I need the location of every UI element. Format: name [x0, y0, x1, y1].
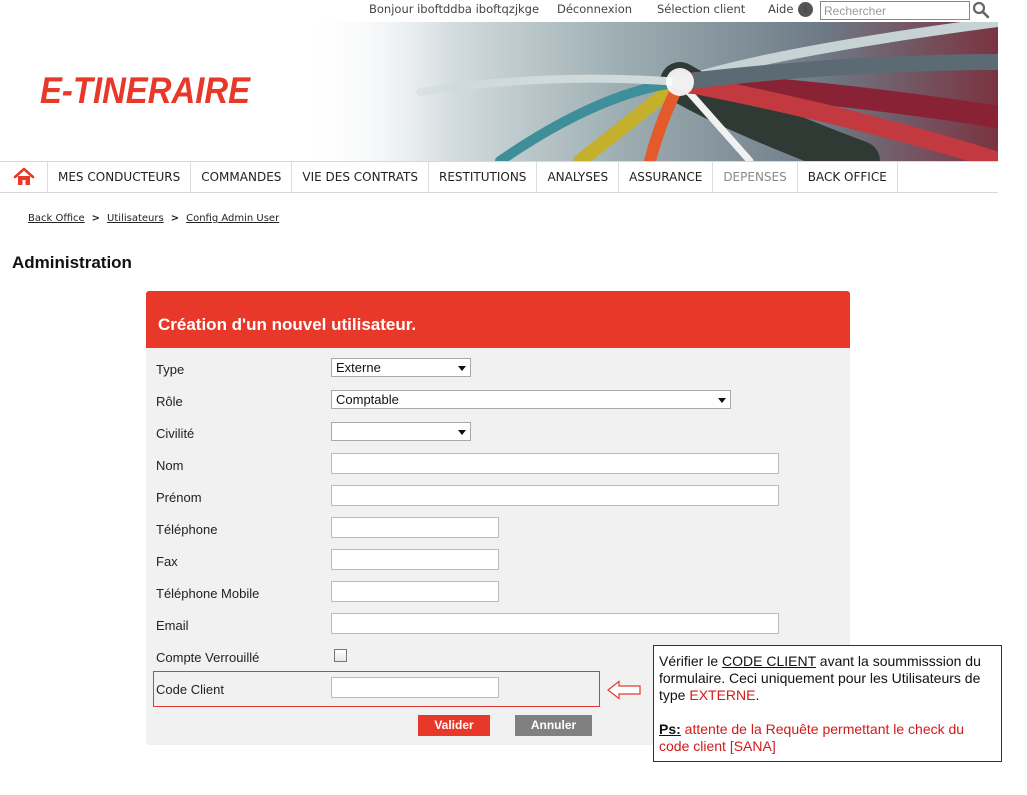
email-label: Email: [156, 618, 189, 633]
breadcrumb-separator: >: [91, 213, 101, 224]
annotation-main-text: Vérifier le CODE CLIENT avant la soummis…: [659, 653, 981, 703]
search-input[interactable]: [820, 1, 970, 20]
annotation-ps-content: attente de la Requête permettant le chec…: [659, 721, 965, 754]
annotation-ps-text: Ps: attente de la Requête permettant le …: [659, 721, 965, 754]
nav-item-restitutions[interactable]: RESTITUTIONS: [429, 162, 538, 192]
prenom-label: Prénom: [156, 490, 202, 505]
code-client-input[interactable]: [331, 677, 499, 698]
annotation-code-client: CODE CLIENT: [722, 653, 816, 669]
nav-item-mes-conducteurs[interactable]: MES CONDUCTEURS: [48, 162, 192, 192]
mobile-label: Téléphone Mobile: [156, 586, 260, 601]
civilite-label: Civilité: [156, 426, 195, 441]
annotation-note: Vérifier le CODE CLIENT avant la soummis…: [653, 645, 1002, 762]
cancel-button[interactable]: Annuler: [515, 715, 592, 736]
header-banner-image: [300, 22, 998, 161]
help-link[interactable]: Aide: [768, 2, 793, 16]
mobile-input[interactable]: [331, 581, 499, 602]
search-icon[interactable]: [972, 1, 990, 19]
left-arrow-icon: [607, 680, 641, 700]
chevron-down-icon: [458, 430, 466, 435]
client-select-link[interactable]: Sélection client: [657, 2, 745, 16]
type-select-value: Externe: [336, 360, 381, 375]
home-icon: [13, 167, 34, 185]
chevron-down-icon: [718, 398, 726, 403]
breadcrumb-utilisateurs[interactable]: Utilisateurs: [107, 213, 164, 224]
role-select-value: Comptable: [336, 392, 399, 407]
nav-item-vie-des-contrats[interactable]: VIE DES CONTRATS: [292, 162, 429, 192]
panel-header: Création d'un nouvel utilisateur.: [146, 291, 850, 348]
code-client-label: Code Client: [156, 682, 224, 697]
role-label: Rôle: [156, 394, 183, 409]
nav-item-back-office[interactable]: BACK OFFICE: [798, 162, 898, 192]
locked-label: Compte Verrouillé: [156, 650, 260, 665]
submit-button[interactable]: Valider: [418, 715, 490, 736]
type-label: Type: [156, 362, 185, 377]
email-input[interactable]: [331, 613, 779, 634]
breadcrumb-back-office[interactable]: Back Office: [28, 213, 85, 224]
nom-label: Nom: [156, 458, 184, 473]
nav-item-commandes[interactable]: COMMANDES: [191, 162, 293, 192]
page-title: Administration: [12, 253, 132, 272]
civilite-select[interactable]: [331, 422, 471, 441]
telephone-label: Téléphone: [156, 522, 218, 537]
breadcrumb-config-admin-user[interactable]: Config Admin User: [186, 213, 279, 224]
nom-input[interactable]: [331, 453, 779, 474]
info-icon[interactable]: i: [798, 2, 813, 17]
logo-text: E-TINERAIRE: [40, 70, 251, 110]
fax-input[interactable]: [331, 549, 499, 570]
nav-item-analyses[interactable]: ANALYSES: [537, 162, 620, 192]
role-select[interactable]: Comptable: [331, 390, 731, 409]
breadcrumb-separator: >: [170, 213, 180, 224]
logout-link[interactable]: Déconnexion: [557, 2, 632, 16]
nav-item-depenses[interactable]: DEPENSES: [713, 162, 798, 192]
main-navigation: MES CONDUCTEURS COMMANDES VIE DES CONTRA…: [0, 161, 998, 193]
panel-title: Création d'un nouvel utilisateur.: [158, 315, 417, 334]
annotation-ps-label: Ps: [659, 721, 677, 737]
breadcrumb: Back Office > Utilisateurs > Config Admin Us…: [28, 213, 279, 224]
telephone-input[interactable]: [331, 517, 499, 538]
type-select[interactable]: Externe: [331, 358, 471, 377]
chevron-down-icon: [458, 366, 466, 371]
prenom-input[interactable]: [331, 485, 779, 506]
locked-checkbox[interactable]: [334, 649, 347, 662]
nav-item-assurance[interactable]: ASSURANCE: [619, 162, 714, 192]
greeting-text: Bonjour iboftddba iboftqzjkge: [369, 2, 540, 16]
logo[interactable]: E-TINERAIRE: [40, 70, 255, 110]
nav-home[interactable]: [0, 162, 48, 192]
annotation-externe: EXTERNE: [689, 687, 756, 703]
fax-label: Fax: [156, 554, 178, 569]
